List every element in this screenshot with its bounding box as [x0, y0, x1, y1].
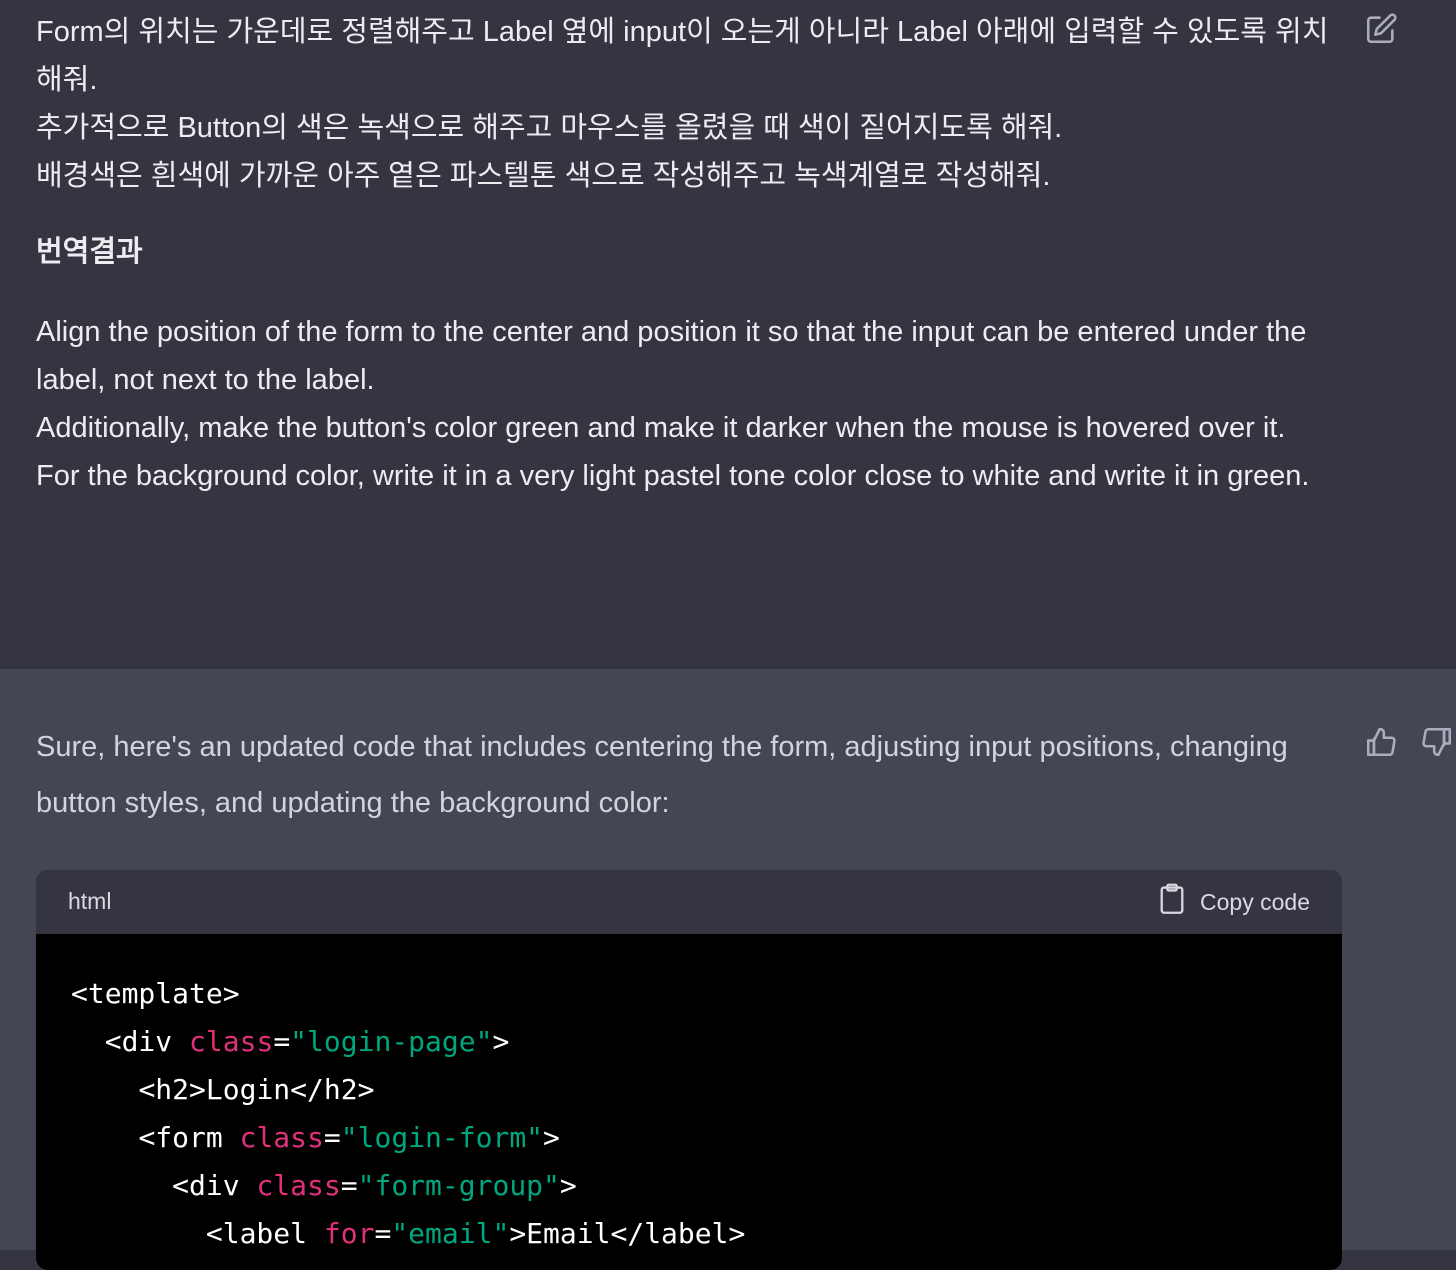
thumbs-down-icon[interactable]	[1420, 725, 1454, 759]
code-token-plain: <h2>Login</h2>	[138, 1073, 375, 1106]
code-token-plain: <div	[104, 1025, 190, 1058]
copy-code-label: Copy code	[1200, 888, 1310, 915]
code-line: <template>	[71, 970, 1307, 1018]
code-token-str: "email"	[391, 1217, 510, 1250]
code-language-label: html	[68, 888, 112, 914]
code-token-attr: class	[189, 1025, 274, 1058]
code-token-plain: <label	[205, 1217, 324, 1250]
user-message-korean: Form의 위치는 가운데로 정렬해주고 Label 옆에 input이 오는게…	[36, 8, 1346, 200]
code-token-plain: >	[492, 1025, 510, 1058]
code-token-plain: >	[559, 1169, 577, 1202]
code-token-plain: >	[543, 1121, 560, 1154]
code-line: <div class="form-group">	[71, 1162, 1307, 1210]
code-body: <template> <div class="login-page"> <h2>…	[36, 934, 1342, 1258]
user-line-ko-1: Form의 위치는 가운데로 정렬해주고 Label 옆에 input이 오는게…	[36, 16, 1329, 96]
code-token-str: "form-group"	[357, 1169, 560, 1202]
copy-code-button[interactable]: Copy code	[1158, 883, 1310, 921]
thumbs-up-icon[interactable]	[1364, 725, 1398, 759]
user-line-en-2: Additionally, make the button's color gr…	[36, 412, 1286, 444]
translation-heading: 번역결과	[36, 236, 143, 268]
code-token-str: "login-page"	[290, 1025, 493, 1058]
code-block-header: html Copy code	[36, 870, 1342, 934]
code-token-plain: >Email</label>	[509, 1217, 746, 1250]
code-token-attr: class	[239, 1121, 324, 1154]
code-line: <form class="login-form">	[71, 1114, 1307, 1162]
user-message: Form의 위치는 가운데로 정렬해주고 Label 옆에 input이 오는게…	[0, 0, 1456, 668]
code-token-plain: <div	[172, 1169, 257, 1202]
user-line-en-1: Align the position of the form to the ce…	[36, 316, 1307, 396]
code-block: html Copy code <template> <div class="lo…	[36, 870, 1342, 1270]
code-token-plain: =	[273, 1025, 291, 1058]
code-token-plain: =	[340, 1169, 358, 1202]
code-token-plain: <form	[138, 1121, 240, 1154]
code-line: <label for="email">Email</label>	[71, 1210, 1307, 1258]
clipboard-icon	[1158, 883, 1186, 921]
code-token-plain: =	[323, 1121, 341, 1154]
assistant-intro-text: Sure, here's an updated code that includ…	[36, 731, 1288, 819]
code-token-plain: <template>	[71, 977, 240, 1010]
code-line: <div class="login-page">	[71, 1018, 1307, 1066]
code-line: <h2>Login</h2>	[71, 1066, 1307, 1114]
code-token-attr: for	[323, 1217, 375, 1250]
assistant-message: Sure, here's an updated code that includ…	[0, 669, 1456, 1270]
user-line-en-3: For the background color, write it in a …	[36, 460, 1310, 492]
code-token-attr: class	[256, 1169, 341, 1202]
user-message-english: Align the position of the form to the ce…	[36, 308, 1346, 500]
code-token-plain: =	[374, 1217, 392, 1250]
code-token-str: "login-form"	[340, 1121, 544, 1154]
user-line-ko-2: 추가적으로 Button의 색은 녹색으로 해주고 마우스를 올렸을 때 색이 …	[36, 112, 1063, 144]
user-line-ko-3: 배경색은 흰색에 가까운 아주 옅은 파스텔톤 색으로 작성해주고 녹색계열로 …	[36, 160, 1051, 192]
edit-icon[interactable]	[1364, 12, 1398, 46]
